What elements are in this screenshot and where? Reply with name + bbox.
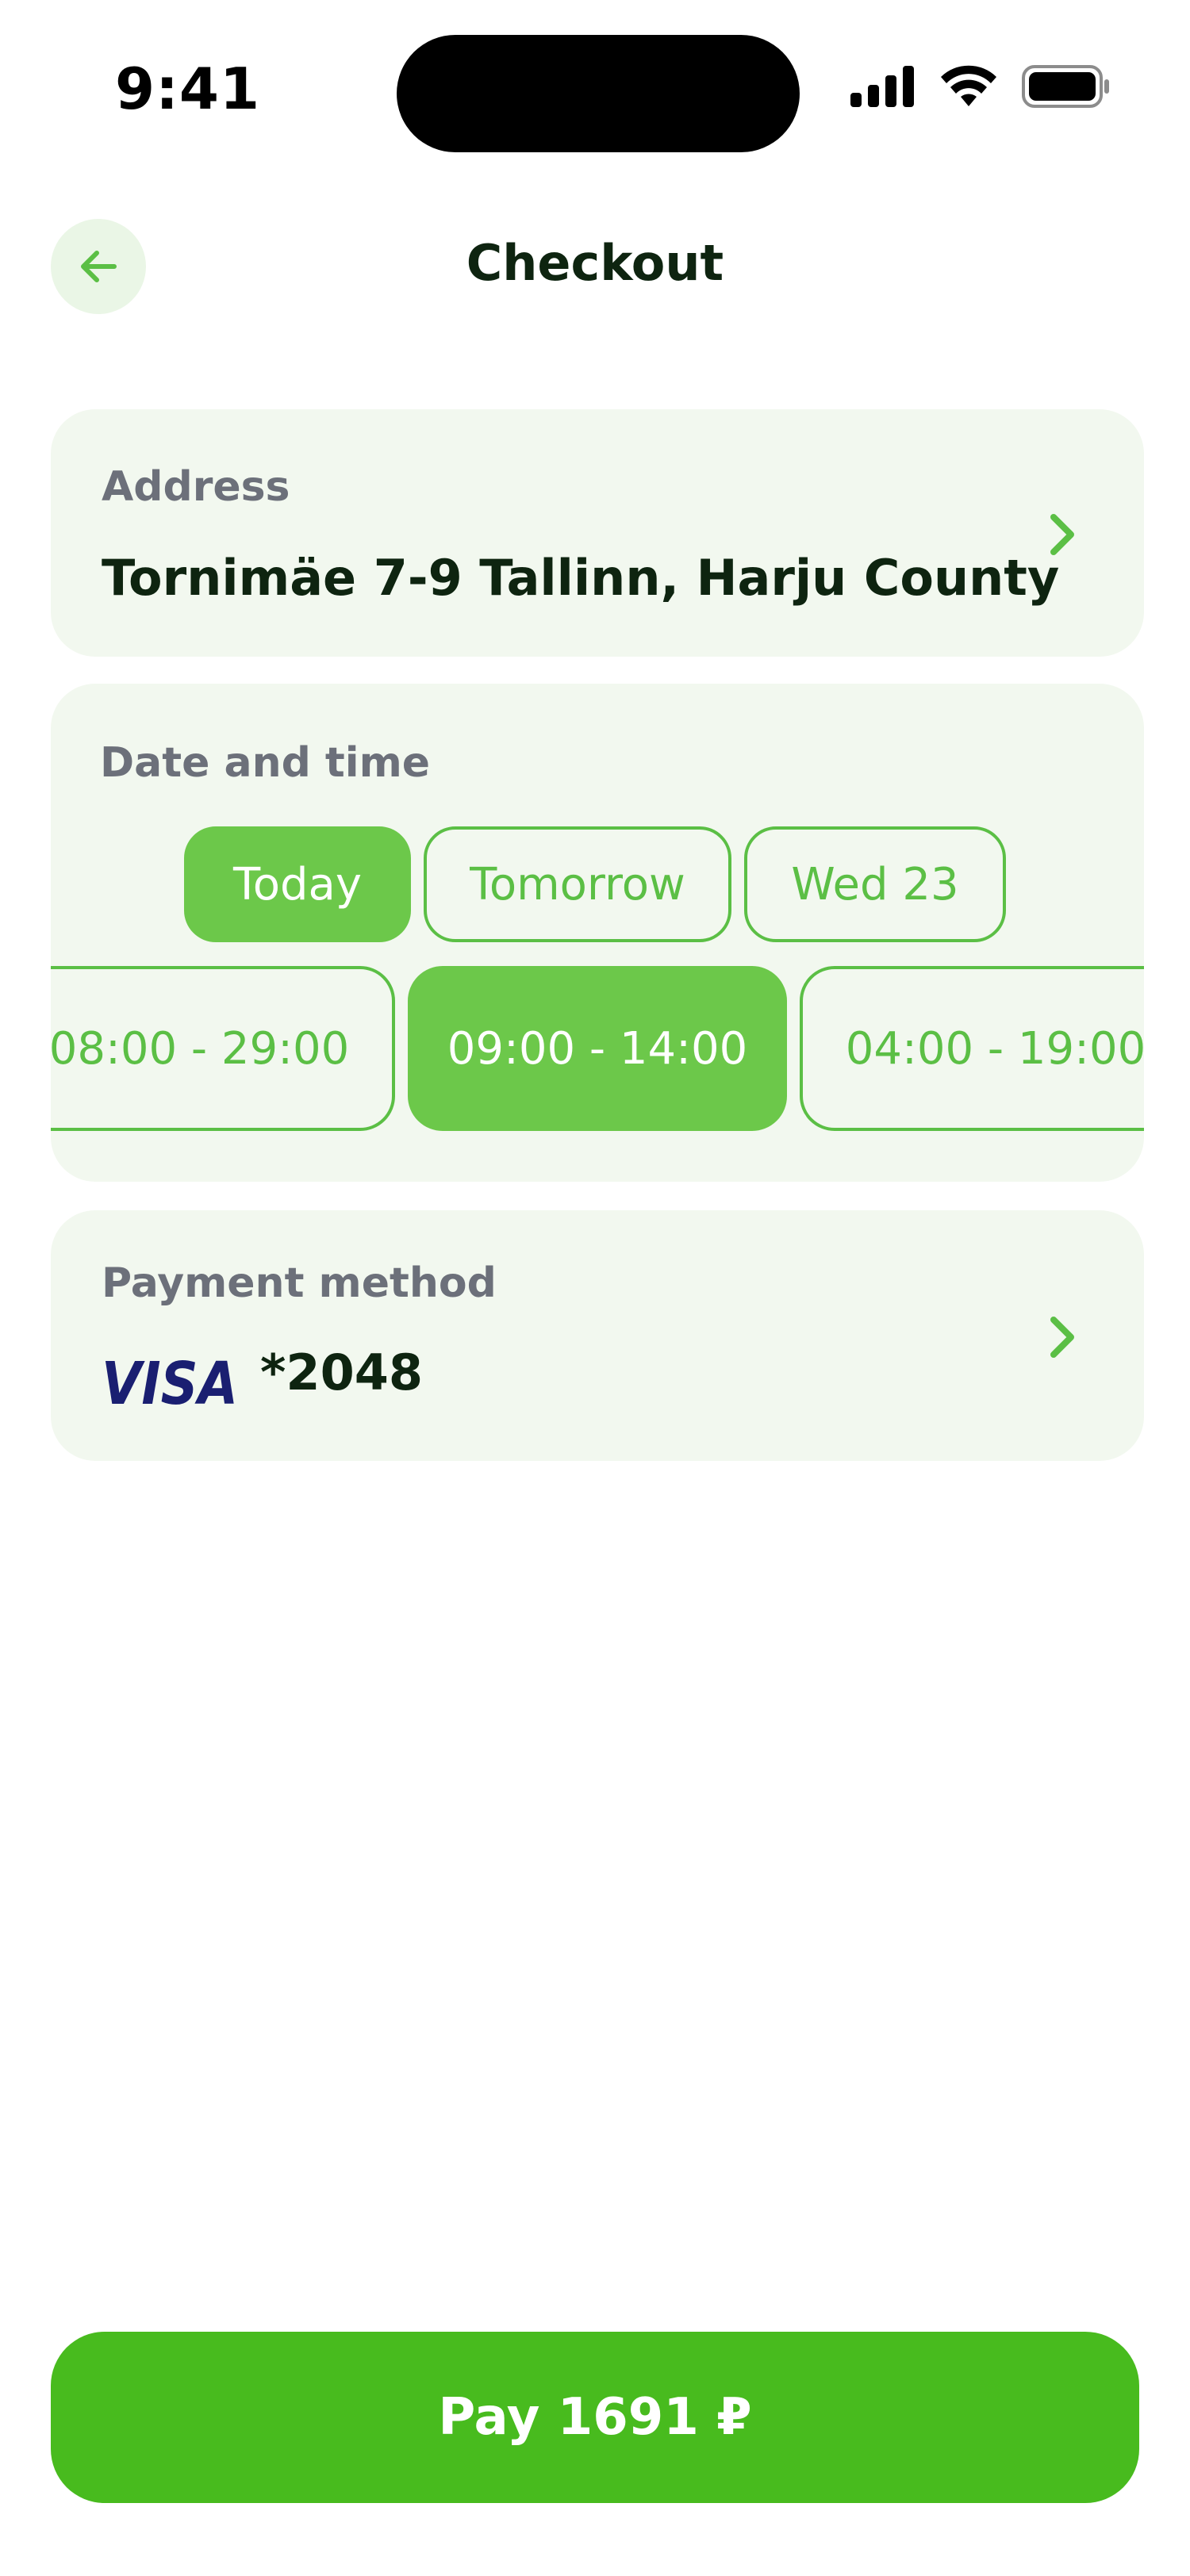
- time-slot-0400[interactable]: 04:00 - 19:00: [800, 966, 1144, 1131]
- svg-text:VISA: VISA: [102, 1358, 238, 1409]
- datetime-card: Date and time Today Tomorrow Wed 23 08:0…: [51, 684, 1144, 1182]
- dynamic-island: [397, 35, 800, 152]
- signal-icon: [850, 66, 914, 107]
- checkout-screen: 9:41 Checkout Address Tornimäe 7-9 Talli…: [0, 0, 1190, 2576]
- time-slot-0800[interactable]: 08:00 - 29:00: [51, 966, 395, 1131]
- payment-card[interactable]: Payment method VISA *2048: [51, 1210, 1144, 1461]
- address-value: Tornimäe 7-9 Tallinn, Harju County: [102, 549, 1060, 607]
- visa-logo: VISA: [102, 1358, 238, 1409]
- day-chip-wed[interactable]: Wed 23: [744, 826, 1006, 942]
- chevron-right-icon: [1050, 514, 1074, 555]
- address-label: Address: [102, 463, 290, 511]
- chevron-right-icon: [1050, 1317, 1074, 1358]
- battery-icon: [1022, 65, 1109, 108]
- datetime-label: Date and time: [100, 739, 431, 787]
- payment-label: Payment method: [102, 1259, 497, 1307]
- address-card[interactable]: Address Tornimäe 7-9 Tallinn, Harju Coun…: [51, 409, 1144, 657]
- wifi-icon: [941, 65, 996, 106]
- card-number-masked: *2048: [260, 1344, 423, 1401]
- day-chip-today[interactable]: Today: [184, 826, 411, 942]
- page-title: Checkout: [466, 234, 724, 292]
- pay-button[interactable]: Pay 1691 ₽: [51, 2332, 1139, 2503]
- time-slot-0900[interactable]: 09:00 - 14:00: [408, 966, 787, 1131]
- status-icons: [850, 65, 1111, 108]
- status-time: 9:41: [115, 56, 261, 122]
- day-chip-tomorrow[interactable]: Tomorrow: [424, 826, 731, 942]
